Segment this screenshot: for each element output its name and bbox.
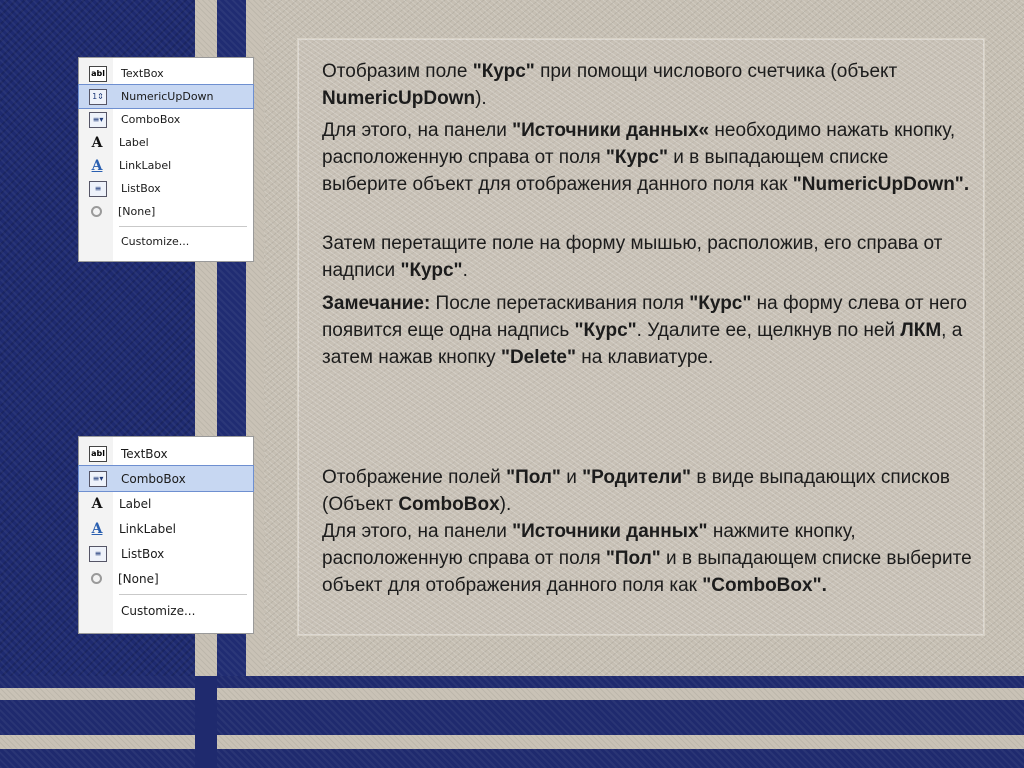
menu-item-combobox[interactable]: ≡▾ ComboBox (78, 465, 254, 492)
menu-item-label: LinkLabel (119, 159, 172, 172)
label-icon: A (91, 495, 103, 512)
label-icon: A (91, 134, 103, 151)
menu-item-linklabel[interactable]: A LinkLabel (79, 154, 253, 177)
control-type-menu-1: abl TextBox 1⇕ NumericUpDown ≡▾ ComboBox A L… (78, 57, 254, 262)
listbox-icon: ≡ (89, 545, 107, 562)
menu-item-label[interactable]: A Label (79, 491, 253, 516)
menu-separator (119, 226, 247, 227)
textbox-icon: abl (89, 65, 107, 82)
menu-item-label: Customize... (121, 235, 190, 248)
paragraph-1: Отобразим поле "Курс" при помощи числово… (322, 61, 898, 109)
menu-item-label: Customize... (121, 603, 196, 618)
menu-item-label: Label (119, 136, 149, 149)
menu-item-label: ComboBox (121, 113, 181, 126)
horizontal-stripe (0, 688, 1024, 700)
numericupdown-icon: 1⇕ (89, 88, 107, 105)
linklabel-icon: A (91, 157, 103, 174)
menu-item-combobox[interactable]: ≡▾ ComboBox (79, 108, 253, 131)
menu-item-label: NumericUpDown (121, 90, 214, 103)
horizontal-stripe (0, 735, 1024, 749)
menu-item-label: Label (119, 496, 152, 511)
menu-item-linklabel[interactable]: A LinkLabel (79, 516, 253, 541)
menu-item-label: ListBox (121, 546, 165, 561)
none-icon (91, 206, 102, 217)
vertical-stripe-shadow (195, 676, 217, 768)
menu-item-label: TextBox (121, 67, 164, 80)
menu-item-label: ListBox (121, 182, 161, 195)
menu-item-numericupdown[interactable]: 1⇕ NumericUpDown (78, 84, 254, 109)
menu-item-listbox[interactable]: ≡ ListBox (79, 177, 253, 200)
menu-item-label: [None] (118, 205, 156, 218)
paragraph-6: Для этого, на панели "Источники данных" … (322, 521, 972, 596)
menu-item-textbox[interactable]: abl TextBox (79, 441, 253, 466)
menu-item-none[interactable]: [None] (79, 200, 253, 223)
combobox-icon: ≡▾ (89, 111, 107, 128)
menu-item-listbox[interactable]: ≡ ListBox (79, 541, 253, 566)
menu-item-label[interactable]: A Label (79, 131, 253, 154)
menu-item-label: [None] (118, 571, 159, 586)
textbox-icon: abl (89, 445, 107, 462)
paragraph-3: Затем перетащите поле на форму мышью, ра… (322, 233, 943, 281)
listbox-icon: ≡ (89, 180, 107, 197)
paragraph-4: Замечание: После перетаскивания поля "Ку… (322, 293, 967, 368)
none-icon (91, 573, 102, 584)
paragraph-2: Для этого, на панели "Источники данных« … (322, 120, 970, 195)
menu-item-customize[interactable]: Customize... (79, 598, 253, 623)
control-type-menu-2: abl TextBox ≡▾ ComboBox A Label A LinkLabel … (78, 436, 254, 634)
menu-item-customize[interactable]: Customize... (79, 230, 253, 253)
combobox-icon: ≡▾ (89, 470, 107, 487)
menu-item-textbox[interactable]: abl TextBox (79, 62, 253, 85)
menu-item-none[interactable]: [None] (79, 566, 253, 591)
menu-item-label: LinkLabel (119, 521, 176, 536)
menu-separator (119, 594, 247, 595)
paragraph-5: Отображение полей "Пол" и "Родители" в в… (322, 467, 950, 515)
menu-item-label: ComboBox (121, 471, 186, 486)
linklabel-icon: A (91, 520, 103, 537)
menu-item-label: TextBox (121, 446, 168, 461)
